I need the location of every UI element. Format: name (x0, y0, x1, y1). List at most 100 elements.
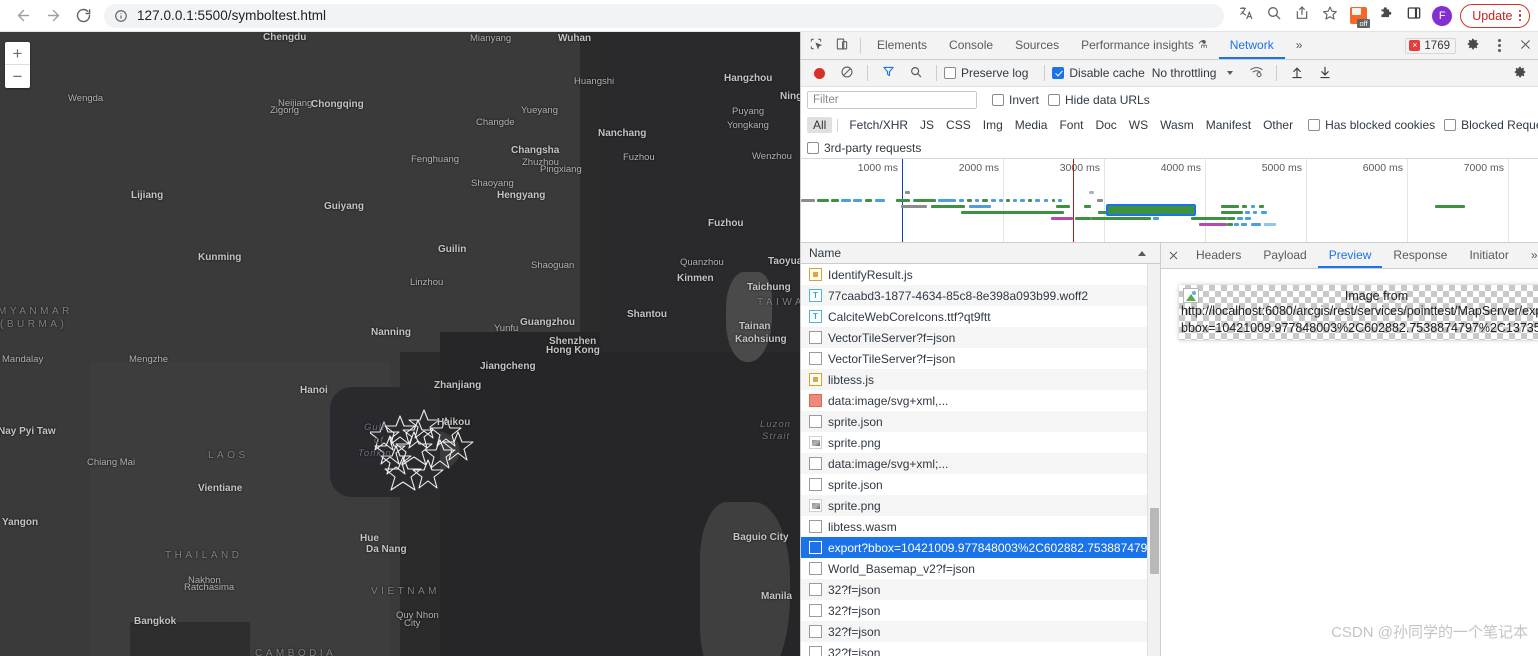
requests-column-header[interactable]: Name (801, 243, 1160, 264)
request-row[interactable]: sprite.png (801, 495, 1160, 516)
request-row[interactable]: 32?f=json (801, 579, 1160, 600)
requests-list[interactable]: IdentifyResult.js T 77caabd3-1877-4634-85c… (801, 264, 1160, 656)
clear-button[interactable] (834, 60, 860, 86)
hide-data-urls-box[interactable] (1048, 94, 1061, 106)
request-row[interactable]: libtess.js (801, 369, 1160, 390)
devtools-tab-elements[interactable]: Elements (866, 32, 938, 59)
type-filter-manifest[interactable]: Manifest (1200, 117, 1257, 133)
requests-scrollbar-thumb[interactable] (1150, 508, 1159, 574)
hide-data-urls-checkbox[interactable]: Hide data URLs (1048, 93, 1159, 107)
request-row[interactable]: T 77caabd3-1877-4634-85c8-8e398a093b99.wo… (801, 285, 1160, 306)
devtools-tab-overflow[interactable]: » (1285, 32, 1314, 59)
detail-tab-initiator[interactable]: Initiator (1458, 243, 1519, 268)
detail-tab-preview[interactable]: Preview (1317, 243, 1383, 268)
request-row[interactable]: data:image/svg+xml,... (801, 390, 1160, 411)
search-requests-button[interactable] (903, 60, 929, 86)
search-button[interactable] (1260, 2, 1288, 30)
request-row[interactable]: 32?f=json (801, 642, 1160, 656)
request-row[interactable]: VectorTileServer?f=json (801, 327, 1160, 348)
side-panel-button[interactable] (1400, 2, 1428, 30)
inspect-element-button[interactable] (803, 33, 829, 59)
extension-adblock-button[interactable]: off (1344, 2, 1372, 30)
request-row[interactable]: sprite.json (801, 474, 1160, 495)
third-party-box[interactable] (807, 141, 819, 154)
address-bar[interactable]: 127.0.0.1:5500/symboltest.html (104, 3, 1225, 28)
type-filter-media[interactable]: Media (1009, 117, 1054, 133)
type-filter-css[interactable]: CSS (940, 117, 977, 133)
type-filter-fetch-xhr[interactable]: Fetch/XHR (843, 117, 914, 133)
type-filter-ws[interactable]: WS (1123, 117, 1154, 133)
detail-tab-overflow[interactable]: » (1520, 243, 1538, 268)
update-button[interactable]: Update (1460, 3, 1530, 28)
capture-settings-button[interactable] (1507, 60, 1533, 86)
filter-input[interactable]: Filter (807, 91, 977, 109)
type-filter-img[interactable]: Img (977, 117, 1009, 133)
zoom-in-button[interactable]: + (5, 42, 30, 65)
request-row[interactable]: data:image/svg+xml;... (801, 453, 1160, 474)
filter-toggle-button[interactable] (875, 60, 901, 86)
devtools-more-button[interactable] (1486, 33, 1512, 59)
request-row[interactable]: World_Basemap_v2?f=json (801, 558, 1160, 579)
sort-ascending-icon[interactable] (1138, 251, 1146, 256)
profile-button[interactable]: F (1428, 2, 1456, 30)
devtools-tab-sources[interactable]: Sources (1004, 32, 1070, 59)
disable-cache-checkbox[interactable]: Disable cache (1052, 66, 1147, 80)
share-button[interactable] (1288, 2, 1316, 30)
invert-checkbox[interactable]: Invert (992, 93, 1048, 107)
address-bar-url[interactable]: 127.0.0.1:5500/symboltest.html (137, 8, 326, 23)
detail-tab-headers[interactable]: Headers (1185, 243, 1252, 268)
reload-button[interactable] (68, 1, 98, 31)
timeline-selected-request-bar[interactable] (1106, 204, 1196, 216)
export-har-button[interactable] (1312, 60, 1338, 86)
throttling-select-value[interactable]: No throttling (1152, 66, 1217, 80)
requests-scrollbar[interactable] (1147, 264, 1160, 656)
disable-cache-box[interactable] (1052, 67, 1065, 79)
blocked-requests-box[interactable] (1444, 119, 1457, 131)
type-filter-all[interactable]: All (807, 117, 833, 133)
detail-close-button[interactable] (1161, 250, 1185, 261)
device-toolbar-button[interactable] (829, 33, 855, 59)
detail-tab-response[interactable]: Response (1382, 243, 1458, 268)
request-row[interactable]: sprite.png (801, 432, 1160, 453)
type-filter-doc[interactable]: Doc (1089, 117, 1122, 133)
preserve-log-box[interactable] (944, 67, 956, 79)
has-blocked-cookies-checkbox[interactable]: Has blocked cookies (1308, 118, 1444, 132)
type-filter-font[interactable]: Font (1053, 117, 1089, 133)
devtools-close-button[interactable] (1512, 33, 1538, 59)
translate-button[interactable] (1232, 2, 1260, 30)
bookmark-button[interactable] (1316, 2, 1344, 30)
request-row[interactable]: export?bbox=10421009.977848003%2C602882.… (801, 537, 1160, 558)
invert-box[interactable] (992, 94, 1004, 106)
request-row[interactable]: IdentifyResult.js (801, 264, 1160, 285)
devtools-settings-button[interactable] (1460, 33, 1486, 59)
zoom-out-button[interactable]: − (5, 65, 30, 88)
extensions-button[interactable] (1372, 2, 1400, 30)
back-button[interactable] (8, 1, 38, 31)
type-filter-wasm[interactable]: Wasm (1154, 117, 1200, 133)
forward-button[interactable] (38, 1, 68, 31)
detail-tab-payload[interactable]: Payload (1252, 243, 1317, 268)
devtools-tab-console[interactable]: Console (938, 32, 1004, 59)
request-row[interactable]: libtess.wasm (801, 516, 1160, 537)
devtools-tab-network[interactable]: Network (1218, 32, 1285, 59)
blocked-requests-checkbox[interactable]: Blocked Requests (1444, 118, 1538, 132)
request-row[interactable]: 32?f=json (801, 600, 1160, 621)
request-row[interactable]: T CalciteWebCoreIcons.ttf?qt9ftt (801, 306, 1160, 327)
devtools-tab-performance-insights[interactable]: Performance insights ⚗ (1070, 32, 1219, 59)
map-zoom-controls[interactable]: + − (5, 42, 30, 88)
chevron-down-icon[interactable] (1227, 71, 1234, 75)
network-overview-timeline[interactable]: 1000 ms 2000 ms 3000 ms 4000 ms 5000 ms 6000 … (801, 159, 1538, 243)
info-circle-icon[interactable] (114, 9, 128, 23)
has-blocked-cookies-box[interactable] (1308, 119, 1321, 131)
record-button[interactable] (806, 60, 832, 86)
type-filter-js[interactable]: JS (914, 117, 940, 133)
request-row[interactable]: sprite.json (801, 411, 1160, 432)
preserve-log-checkbox[interactable]: Preserve log (944, 66, 1037, 80)
import-har-button[interactable] (1284, 60, 1310, 86)
third-party-requests-checkbox[interactable]: 3rd-party requests (807, 141, 930, 155)
type-filter-other[interactable]: Other (1257, 117, 1299, 133)
request-row[interactable]: VectorTileServer?f=json (801, 348, 1160, 369)
error-count-badge[interactable]: × 1769 (1405, 37, 1456, 54)
map-canvas[interactable]: + − Chengdu Mianyang Wuhan Huangshi Hangzhou… (0, 32, 800, 656)
kebab-menu-icon[interactable] (1518, 9, 1521, 22)
